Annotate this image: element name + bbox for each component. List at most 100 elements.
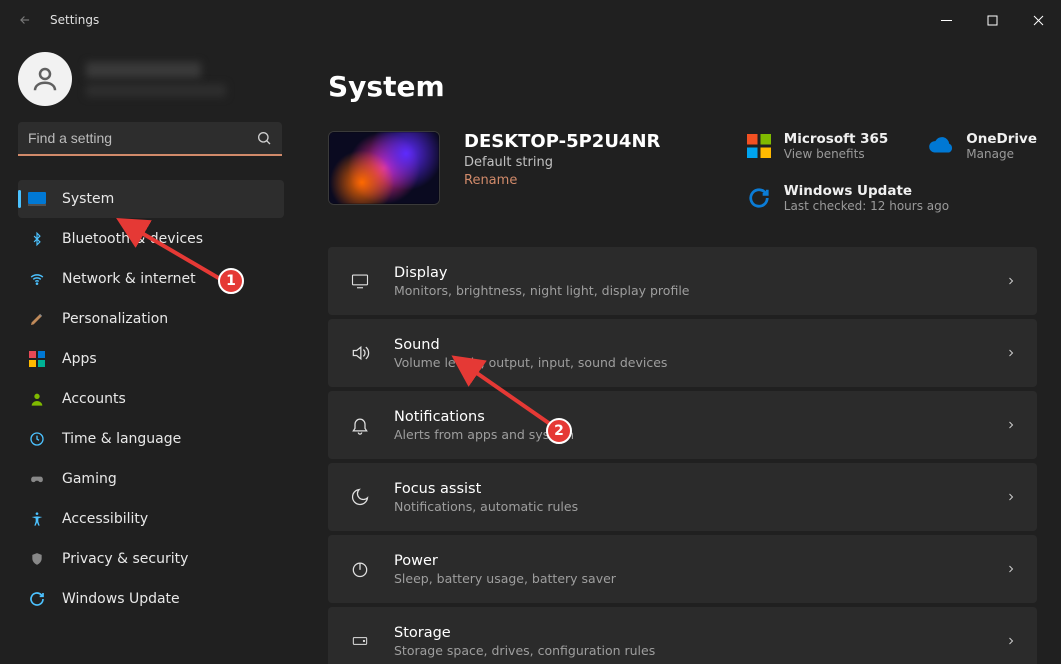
wifi-icon [28, 270, 46, 288]
sync-icon [28, 590, 46, 608]
bluetooth-icon [28, 230, 46, 248]
chevron-right-icon [1005, 419, 1017, 431]
sidebar-item-label: Gaming [62, 471, 117, 487]
row-sub: Storage space, drives, configuration rul… [394, 643, 655, 658]
user-card[interactable] [18, 52, 284, 106]
person-icon [28, 390, 46, 408]
card-sub: Manage [966, 147, 1037, 161]
onedrive-icon [928, 133, 954, 159]
pc-model: Default string [464, 155, 660, 170]
row-title: Display [394, 265, 689, 281]
pc-name: DESKTOP-5P2U4NR [464, 131, 660, 152]
search-input[interactable] [18, 122, 282, 156]
sidebar-item-label: Accounts [62, 391, 126, 407]
gamepad-icon [28, 470, 46, 488]
chevron-right-icon [1005, 491, 1017, 503]
user-name-redacted [86, 62, 226, 97]
sidebar-item-label: Network & internet [62, 271, 196, 287]
sidebar-item-label: Accessibility [62, 511, 148, 527]
shield-icon [28, 550, 46, 568]
row-sub: Notifications, automatic rules [394, 499, 578, 514]
row-title: Power [394, 553, 616, 569]
window-title: Settings [50, 13, 99, 27]
row-title: Notifications [394, 409, 574, 425]
rename-link[interactable]: Rename [464, 173, 660, 188]
chevron-right-icon [1005, 275, 1017, 287]
search-container [18, 122, 284, 156]
sidebar: System Bluetooth & devices Network & int… [0, 40, 300, 664]
clock-globe-icon [28, 430, 46, 448]
sidebar-item-label: Windows Update [62, 591, 180, 607]
sidebar-item-windows-update[interactable]: Windows Update [18, 580, 284, 618]
pc-info: DESKTOP-5P2U4NR Default string Rename [464, 131, 660, 188]
sidebar-item-personalization[interactable]: Personalization [18, 300, 284, 338]
monitor-icon [28, 190, 46, 208]
sidebar-item-label: Apps [62, 351, 97, 367]
row-title: Sound [394, 337, 667, 353]
sidebar-item-network[interactable]: Network & internet [18, 260, 284, 298]
sidebar-item-accessibility[interactable]: Accessibility [18, 500, 284, 538]
bell-icon [348, 413, 372, 437]
row-focus-assist[interactable]: Focus assist Notifications, automatic rul… [328, 463, 1037, 531]
sidebar-item-system[interactable]: System [18, 180, 284, 218]
sidebar-item-label: Privacy & security [62, 551, 188, 567]
power-icon [348, 557, 372, 581]
sidebar-item-bluetooth[interactable]: Bluetooth & devices [18, 220, 284, 258]
row-display[interactable]: Display Monitors, brightness, night light… [328, 247, 1037, 315]
card-microsoft-365[interactable]: Microsoft 365 View benefits [746, 131, 889, 161]
row-title: Focus assist [394, 481, 578, 497]
card-windows-update[interactable]: Windows Update Last checked: 12 hours ag… [746, 183, 1037, 213]
chevron-right-icon [1005, 635, 1017, 647]
chevron-right-icon [1005, 563, 1017, 575]
status-cards: Microsoft 365 View benefits OneDrive Man… [746, 131, 1037, 213]
sidebar-item-label: Bluetooth & devices [62, 231, 203, 247]
sidebar-item-label: System [62, 191, 114, 207]
storage-icon [348, 629, 372, 653]
pc-thumbnail[interactable] [328, 131, 440, 205]
title-bar: Settings [0, 0, 1061, 40]
row-power[interactable]: Power Sleep, battery usage, battery saver [328, 535, 1037, 603]
row-sub: Monitors, brightness, night light, displ… [394, 283, 689, 298]
maximize-button[interactable] [969, 4, 1015, 36]
back-button[interactable] [14, 9, 36, 31]
sound-icon [348, 341, 372, 365]
row-notifications[interactable]: Notifications Alerts from apps and system [328, 391, 1037, 459]
system-hero: DESKTOP-5P2U4NR Default string Rename Mi… [328, 131, 1037, 213]
sync-icon [746, 185, 772, 211]
settings-list: Display Monitors, brightness, night light… [328, 247, 1037, 664]
avatar [18, 52, 72, 106]
card-sub: View benefits [784, 147, 889, 161]
close-button[interactable] [1015, 4, 1061, 36]
window-controls [923, 4, 1061, 36]
main-content: System DESKTOP-5P2U4NR Default string Re… [300, 40, 1061, 664]
page-title: System [328, 70, 1037, 103]
row-sub: Volume levels, output, input, sound devi… [394, 355, 667, 370]
chevron-right-icon [1005, 347, 1017, 359]
card-onedrive[interactable]: OneDrive Manage [928, 131, 1037, 161]
microsoft-365-icon [746, 133, 772, 159]
sidebar-item-label: Time & language [62, 431, 181, 447]
row-sub: Alerts from apps and system [394, 427, 574, 442]
card-title: OneDrive [966, 131, 1037, 147]
sidebar-item-apps[interactable]: Apps [18, 340, 284, 378]
sidebar-nav: System Bluetooth & devices Network & int… [18, 180, 284, 618]
apps-icon [28, 350, 46, 368]
moon-icon [348, 485, 372, 509]
paintbrush-icon [28, 310, 46, 328]
accessibility-icon [28, 510, 46, 528]
row-sub: Sleep, battery usage, battery saver [394, 571, 616, 586]
minimize-button[interactable] [923, 4, 969, 36]
card-title: Microsoft 365 [784, 131, 889, 147]
display-icon [348, 269, 372, 293]
row-title: Storage [394, 625, 655, 641]
search-icon [256, 130, 272, 146]
sidebar-item-accounts[interactable]: Accounts [18, 380, 284, 418]
sidebar-item-privacy[interactable]: Privacy & security [18, 540, 284, 578]
row-storage[interactable]: Storage Storage space, drives, configurat… [328, 607, 1037, 664]
row-sound[interactable]: Sound Volume levels, output, input, sound… [328, 319, 1037, 387]
card-title: Windows Update [784, 183, 949, 199]
sidebar-item-gaming[interactable]: Gaming [18, 460, 284, 498]
sidebar-item-label: Personalization [62, 311, 168, 327]
sidebar-item-time-language[interactable]: Time & language [18, 420, 284, 458]
card-sub: Last checked: 12 hours ago [784, 199, 949, 213]
